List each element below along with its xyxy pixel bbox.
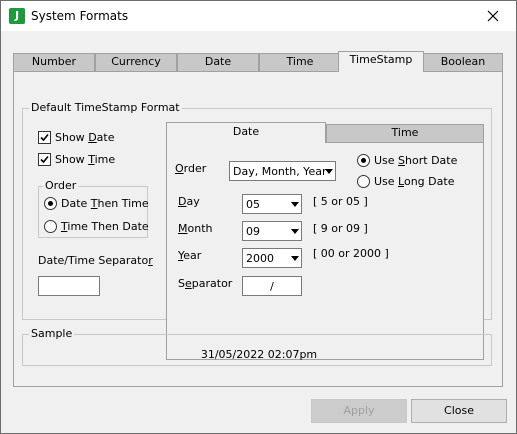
show-date-label: Show Date [55, 131, 115, 144]
system-formats-window: J System Formats Number Currency Date Ti… [0, 0, 517, 434]
check-icon [40, 133, 49, 142]
day-label: Day [178, 195, 200, 208]
date-time-separator-label: Date/Time Separator [38, 254, 153, 267]
day-hint: [ 5 or 05 ] [313, 195, 368, 208]
date-then-time-label: Date Then Time [61, 197, 149, 210]
tab-time[interactable]: Time [259, 53, 341, 71]
month-hint: [ 9 or 09 ] [313, 222, 368, 235]
year-label: Year [178, 249, 202, 262]
close-window-button[interactable] [470, 1, 516, 31]
date-separator-label: Separator [178, 277, 233, 290]
app-icon: J [9, 8, 25, 24]
time-then-date-label: Time Then Date [61, 220, 149, 233]
title-bar: J System Formats [1, 1, 516, 31]
subtab-date[interactable]: Date [166, 122, 326, 143]
month-select-value: 09 [246, 225, 260, 238]
year-select-value: 2000 [246, 252, 274, 265]
tab-strip: Number Currency Date Time TimeStamp Bool… [13, 51, 503, 72]
default-timestamp-format-label: Default TimeStamp Format [29, 101, 182, 114]
show-time-check-box [38, 153, 51, 166]
order-group-label: Order [43, 179, 79, 192]
date-time-separator-input[interactable] [38, 276, 100, 296]
tab-currency[interactable]: Currency [95, 53, 177, 71]
show-time-label: Show Time [55, 153, 116, 166]
apply-button[interactable]: Apply [311, 399, 407, 423]
order-select-value: Day, Month, Year [233, 165, 327, 178]
time-then-date-radio-circle [44, 220, 57, 233]
tab-number[interactable]: Number [13, 53, 95, 71]
day-select[interactable]: 05 [242, 194, 302, 214]
use-long-date-label: Use Long Date [374, 175, 455, 188]
tab-boolean[interactable]: Boolean [423, 53, 503, 71]
chevron-down-icon [325, 169, 333, 174]
timestamp-tab-panel: Default TimeStamp Format Show Date Show … [13, 71, 503, 387]
year-hint: [ 00 or 2000 ] [313, 247, 389, 260]
month-select[interactable]: 09 [242, 221, 302, 241]
use-short-date-radio-circle [357, 154, 370, 167]
day-select-value: 05 [246, 198, 260, 211]
tab-timestamp[interactable]: TimeStamp [338, 51, 424, 72]
date-separator-value: / [270, 280, 274, 293]
date-separator-input[interactable]: / [242, 276, 302, 296]
use-long-date-radio-circle [357, 175, 370, 188]
close-icon [487, 10, 499, 22]
sample-value: 31/05/2022 02:07pm [200, 348, 318, 361]
year-select[interactable]: 2000 [242, 248, 302, 268]
radio-selected-dot [48, 201, 53, 206]
close-button[interactable]: Close [411, 399, 507, 423]
sample-label: Sample [29, 327, 75, 340]
subtab-time[interactable]: Time [326, 124, 484, 142]
chevron-down-icon [291, 256, 299, 261]
radio-selected-dot [361, 158, 366, 163]
chevron-down-icon [291, 229, 299, 234]
check-icon [40, 155, 49, 164]
show-date-check-box [38, 131, 51, 144]
tab-date[interactable]: Date [177, 53, 259, 71]
order-select[interactable]: Day, Month, Year [229, 161, 336, 181]
order-label: Order [175, 162, 207, 175]
chevron-down-icon [291, 202, 299, 207]
month-label: Month [178, 222, 213, 235]
date-then-time-radio-circle [44, 197, 57, 210]
window-title: System Formats [31, 9, 129, 23]
use-short-date-label: Use Short Date [374, 154, 458, 167]
